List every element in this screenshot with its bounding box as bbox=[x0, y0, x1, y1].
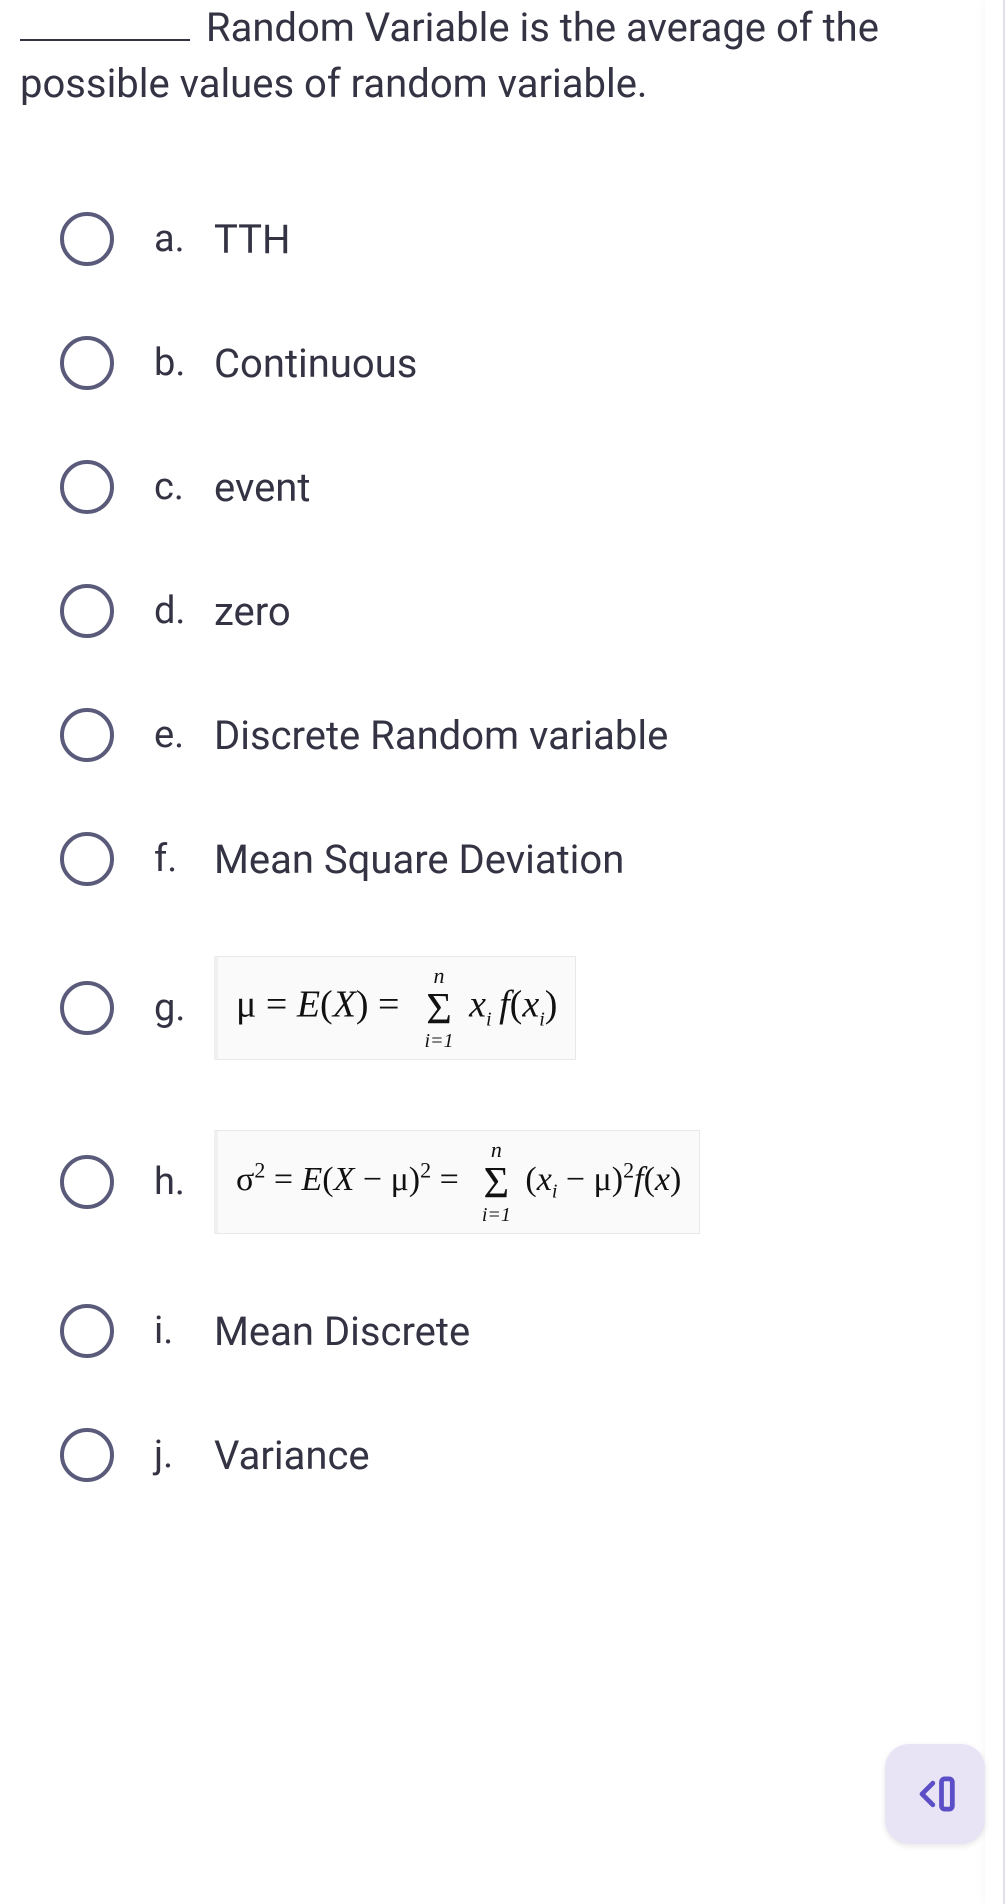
option-label: event bbox=[214, 464, 985, 511]
radio-icon[interactable] bbox=[60, 584, 114, 638]
formula-variance: σ2 = E(X − μ)2 = nΣi=1 (xi − μ)2f(x) bbox=[214, 1130, 700, 1234]
option-c[interactable]: c. event bbox=[60, 460, 985, 514]
option-label: zero bbox=[214, 588, 985, 635]
collapse-button[interactable] bbox=[885, 1744, 985, 1844]
radio-icon[interactable] bbox=[60, 832, 114, 886]
right-panel-edge bbox=[985, 0, 1005, 1904]
option-letter: j. bbox=[154, 1433, 214, 1477]
question-text: Random Variable is the average of the po… bbox=[0, 0, 1005, 142]
collapse-right-icon bbox=[909, 1768, 961, 1820]
option-letter: e. bbox=[154, 713, 214, 757]
radio-icon[interactable] bbox=[60, 212, 114, 266]
radio-icon[interactable] bbox=[60, 1428, 114, 1482]
options-list: a. TTH b. Continuous c. event d. zero e.… bbox=[0, 212, 1005, 1482]
option-letter: i. bbox=[154, 1309, 214, 1353]
option-label: Discrete Random variable bbox=[214, 712, 985, 759]
radio-icon[interactable] bbox=[60, 1155, 114, 1209]
option-label: μ = E(X) = nΣi=1 xi f(xi) bbox=[214, 956, 985, 1060]
option-label: Variance bbox=[214, 1432, 985, 1479]
option-label: Mean Discrete bbox=[214, 1308, 985, 1355]
option-b[interactable]: b. Continuous bbox=[60, 336, 985, 390]
radio-icon[interactable] bbox=[60, 1304, 114, 1358]
option-e[interactable]: e. Discrete Random variable bbox=[60, 708, 985, 762]
option-f[interactable]: f. Mean Square Deviation bbox=[60, 832, 985, 886]
radio-icon[interactable] bbox=[60, 460, 114, 514]
option-letter: h. bbox=[154, 1160, 214, 1204]
radio-icon[interactable] bbox=[60, 336, 114, 390]
option-i[interactable]: i. Mean Discrete bbox=[60, 1304, 985, 1358]
option-h[interactable]: h. σ2 = E(X − μ)2 = nΣi=1 (xi − μ)2f(x) bbox=[60, 1130, 985, 1234]
option-j[interactable]: j. Variance bbox=[60, 1428, 985, 1482]
option-label: TTH bbox=[214, 216, 985, 263]
option-label: σ2 = E(X − μ)2 = nΣi=1 (xi − μ)2f(x) bbox=[214, 1130, 985, 1234]
option-a[interactable]: a. TTH bbox=[60, 212, 985, 266]
radio-icon[interactable] bbox=[60, 708, 114, 762]
radio-icon[interactable] bbox=[60, 981, 114, 1035]
blank-field bbox=[20, 7, 190, 41]
option-label: Mean Square Deviation bbox=[214, 836, 985, 883]
option-g[interactable]: g. μ = E(X) = nΣi=1 xi f(xi) bbox=[60, 956, 985, 1060]
option-letter: c. bbox=[154, 465, 214, 509]
option-letter: g. bbox=[154, 986, 214, 1030]
option-letter: a. bbox=[154, 217, 214, 261]
option-letter: b. bbox=[154, 341, 214, 385]
option-letter: f. bbox=[154, 837, 214, 881]
option-label: Continuous bbox=[214, 340, 985, 387]
formula-mean: μ = E(X) = nΣi=1 xi f(xi) bbox=[214, 956, 576, 1060]
option-letter: d. bbox=[154, 589, 214, 633]
option-d[interactable]: d. zero bbox=[60, 584, 985, 638]
